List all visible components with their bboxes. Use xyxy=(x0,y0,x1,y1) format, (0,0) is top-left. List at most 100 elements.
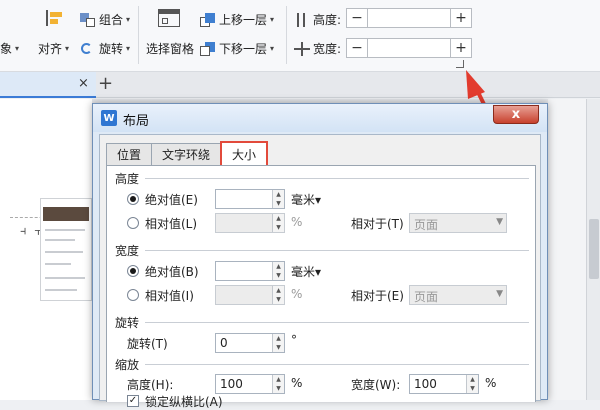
scale-width-unit: % xyxy=(485,376,497,390)
spinner-arrows-icon[interactable]: ▲ ▼ xyxy=(272,375,284,393)
image-line xyxy=(45,289,77,291)
rotate-icon xyxy=(80,42,96,56)
height-absolute-radio[interactable] xyxy=(127,193,139,205)
rotate-label: 旋转(T) xyxy=(127,337,168,351)
spinner-arrows-icon[interactable]: ▲ ▼ xyxy=(466,375,478,393)
embedded-image[interactable] xyxy=(40,198,92,301)
width-stepper[interactable]: − + xyxy=(346,38,472,58)
height-relative-radio[interactable] xyxy=(127,217,139,229)
section-divider xyxy=(145,250,529,251)
dialog-launcher-icon[interactable] xyxy=(456,60,464,68)
image-line xyxy=(45,229,85,231)
rotate-label: 旋转 xyxy=(99,42,124,56)
width-input[interactable] xyxy=(368,38,450,58)
bring-forward-icon xyxy=(200,12,216,27)
height-label: 高度: xyxy=(313,13,342,27)
rotate-value: 0 xyxy=(220,336,228,350)
spinner-arrows-icon[interactable]: ▲ ▼ xyxy=(272,262,284,280)
send-backward-icon xyxy=(200,41,216,56)
rotate-section-title: 旋转 xyxy=(115,316,140,330)
scale-height-input[interactable]: 100 ▲ ▼ xyxy=(215,374,285,394)
width-relative-radio[interactable] xyxy=(127,289,139,301)
rotate-unit: ° xyxy=(291,333,297,347)
group-button[interactable]: 组合 ▾ xyxy=(80,11,130,28)
document-tab-bar: × + xyxy=(0,72,600,98)
width-relative-to-select[interactable]: 页面 ▼ xyxy=(409,285,507,305)
height-label-group: 高度: xyxy=(294,11,341,28)
spinner-arrows-icon[interactable]: ▲ ▼ xyxy=(272,190,284,208)
height-relative-to-label: 相对于(T) xyxy=(351,217,404,231)
selection-pane-button[interactable]: 选择窗格 xyxy=(146,40,194,57)
width-minus-button[interactable]: − xyxy=(346,38,368,58)
scale-height-value: 100 xyxy=(220,377,243,391)
width-absolute-radio[interactable] xyxy=(127,265,139,277)
height-absolute-label: 绝对值(E) xyxy=(145,193,198,207)
lock-aspect-label: 锁定纵横比(A) xyxy=(145,395,223,409)
ribbon-separator xyxy=(138,6,139,64)
height-relative-to-value: 页面 xyxy=(414,218,439,232)
dialog-title: 布局 xyxy=(123,114,150,129)
image-header xyxy=(43,207,89,221)
scale-width-input[interactable]: 100 ▲ ▼ xyxy=(409,374,479,394)
spinner-arrows-icon[interactable]: ▲ ▼ xyxy=(272,286,284,304)
partial-left-button[interactable]: 象 ▾ xyxy=(0,40,19,57)
height-stepper[interactable]: − + xyxy=(346,8,472,28)
width-relative-input[interactable]: ▲ ▼ xyxy=(215,285,285,305)
width-relative-to-label: 相对于(E) xyxy=(351,289,404,303)
image-line xyxy=(45,251,83,253)
selection-pane-icon[interactable] xyxy=(158,9,180,27)
align-label: 对齐 xyxy=(38,42,63,56)
scrollbar-thumb[interactable] xyxy=(589,219,599,279)
lock-aspect-checkbox[interactable]: ✓ xyxy=(127,395,139,407)
section-divider xyxy=(145,178,529,179)
spinner-arrows-icon[interactable]: ▲ ▼ xyxy=(272,334,284,352)
dialog-body: 位置 文字环绕 大小 高度 绝对值(E) ▲ ▼ 毫米▾ 相对值(L) ▲ ▼ % … xyxy=(99,134,541,409)
height-relative-to-select[interactable]: 页面 ▼ xyxy=(409,213,507,233)
height-minus-button[interactable]: − xyxy=(346,8,368,28)
scale-height-label: 高度(H): xyxy=(127,378,174,392)
close-tab-icon[interactable]: × xyxy=(78,76,89,91)
app-icon: W xyxy=(101,110,117,126)
width-plus-button[interactable]: + xyxy=(450,38,472,58)
ribbon-separator xyxy=(286,6,287,64)
bring-forward-button[interactable]: 上移一层 ▾ xyxy=(200,11,274,28)
align-button[interactable]: 对齐 ▾ xyxy=(38,40,69,57)
height-icon xyxy=(294,12,310,27)
width-relative-unit: % xyxy=(291,287,303,301)
add-tab-icon[interactable]: + xyxy=(98,73,113,94)
width-relative-label: 相对值(I) xyxy=(145,289,194,303)
height-absolute-unit[interactable]: 毫米▾ xyxy=(291,191,321,208)
spinner-arrows-icon[interactable]: ▲ ▼ xyxy=(272,214,284,232)
send-backward-button[interactable]: 下移一层 ▾ xyxy=(200,40,274,57)
height-input[interactable] xyxy=(368,8,450,28)
document-tab[interactable]: × xyxy=(0,72,96,98)
width-absolute-unit[interactable]: 毫米▾ xyxy=(291,263,321,280)
close-button[interactable]: x xyxy=(493,105,539,124)
tab-text-wrapping[interactable]: 文字环绕 xyxy=(151,143,222,165)
size-tab-panel: 高度 绝对值(E) ▲ ▼ 毫米▾ 相对值(L) ▲ ▼ % 相对于(T) 页面 ▼ … xyxy=(106,165,536,409)
width-label: 宽度: xyxy=(313,42,342,56)
height-relative-label: 相对值(L) xyxy=(145,217,198,231)
align-icon[interactable] xyxy=(46,10,62,26)
align-left-icon[interactable]: ⫞ xyxy=(20,224,27,239)
scale-width-value: 100 xyxy=(414,377,437,391)
width-icon xyxy=(294,41,310,56)
section-divider xyxy=(145,322,529,323)
dialog-tabs: 位置 文字环绕 大小 xyxy=(106,141,269,165)
layout-dialog: W 布局 x 位置 文字环绕 大小 高度 绝对值(E) ▲ ▼ 毫米▾ 相对值(L… xyxy=(92,103,548,409)
rotate-input[interactable]: 0 ▲ ▼ xyxy=(215,333,285,353)
dialog-title-bar[interactable]: W 布局 x xyxy=(93,104,547,132)
ribbon-toolbar: 象 ▾ 对齐 ▾ 组合 ▾ 旋转 ▾ 选择窗格 上移一层 ▾ 下移一层 ▾ 高度: − xyxy=(0,0,600,72)
height-relative-input[interactable]: ▲ ▼ xyxy=(215,213,285,233)
height-absolute-input[interactable]: ▲ ▼ xyxy=(215,189,285,209)
rotate-button[interactable]: 旋转 ▾ xyxy=(80,40,130,57)
selection-pane-label: 选择窗格 xyxy=(146,42,195,56)
height-plus-button[interactable]: + xyxy=(450,8,472,28)
image-line xyxy=(45,277,85,279)
width-absolute-input[interactable]: ▲ ▼ xyxy=(215,261,285,281)
tab-size[interactable]: 大小 xyxy=(220,141,269,165)
partial-left-label: 象 xyxy=(0,42,13,56)
scale-height-unit: % xyxy=(291,376,303,390)
vertical-scrollbar[interactable] xyxy=(586,99,600,400)
tab-position[interactable]: 位置 xyxy=(106,143,153,165)
